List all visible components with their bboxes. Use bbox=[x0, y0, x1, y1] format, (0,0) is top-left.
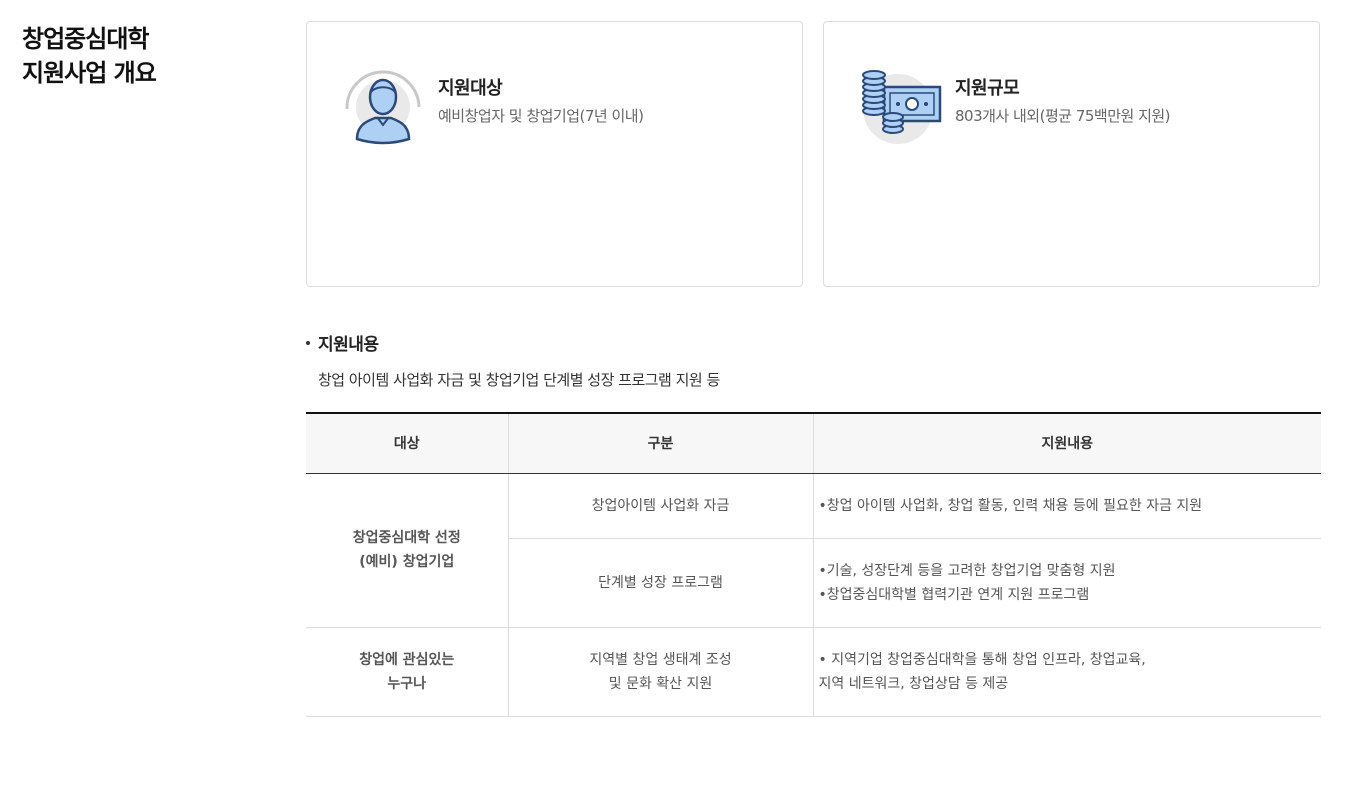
scale-card-desc: 803개사 내외(평균 75백만원 지원) bbox=[955, 107, 1171, 125]
bullet-icon bbox=[306, 340, 310, 345]
target-line: 창업에 관심있는 bbox=[359, 651, 455, 668]
table-row: 창업에 관심있는 누구나 지역별 창업 생태계 조성 및 문화 확산 지원 • … bbox=[306, 627, 1321, 717]
category-cell: 창업아이템 사업화 자금 bbox=[508, 473, 814, 539]
header-content: 지원내용 bbox=[813, 413, 1321, 474]
category-cell: 단계별 성장 프로그램 bbox=[508, 538, 814, 628]
target-card: 지원대상 예비창업자 및 창업기업(7년 이내) bbox=[306, 21, 803, 287]
target-card-desc: 예비창업자 및 창업기업(7년 이내) bbox=[438, 107, 644, 125]
target-cell: 창업에 관심있는 누구나 bbox=[306, 627, 509, 717]
content-line: • 지역기업 창업중심대학을 통해 창업 인프라, 창업교육, bbox=[818, 651, 1146, 668]
section-heading-text: 지원내용 bbox=[318, 335, 379, 355]
table-header-row: 대상 구분 지원내용 bbox=[306, 413, 1321, 474]
table-row: 창업중심대학 선정 (예비) 창업기업 창업아이템 사업화 자금 •창업 아이템… bbox=[306, 473, 1321, 628]
category-cell: 지역별 창업 생태계 조성 및 문화 확산 지원 bbox=[508, 627, 814, 717]
content-line: 지역 네트워크, 창업상담 등 제공 bbox=[818, 675, 1009, 692]
page-title-line1: 창업중심대학 bbox=[22, 25, 149, 53]
target-line: 창업중심대학 선정 bbox=[352, 530, 461, 546]
content-cell: •창업 아이템 사업화, 창업 활동, 인력 채용 등에 필요한 자금 지원 bbox=[813, 473, 1321, 539]
scale-card-title: 지원규모 bbox=[955, 78, 1020, 99]
support-content-section: 지원내용 창업 아이템 사업화 자금 및 창업기업 단계별 성장 프로그램 지원… bbox=[306, 330, 1321, 390]
summary-cards: 지원대상 예비창업자 및 창업기업(7년 이내) 지원규모 803개사 내외(평… bbox=[306, 21, 1320, 287]
target-line: 누구나 bbox=[387, 675, 427, 692]
section-heading: 지원내용 bbox=[306, 330, 1321, 355]
category-line: 지역별 창업 생태계 조성 bbox=[589, 651, 732, 668]
content-cell: • 지역기업 창업중심대학을 통해 창업 인프라, 창업교육, 지역 네트워크,… bbox=[813, 627, 1321, 717]
person-icon bbox=[343, 67, 423, 147]
target-line: (예비) 창업기업 bbox=[359, 554, 455, 570]
category-line: 및 문화 확산 지원 bbox=[608, 675, 713, 692]
header-category: 구분 bbox=[508, 413, 814, 474]
content-line: •창업 아이템 사업화, 창업 활동, 인력 채용 등에 필요한 자금 지원 bbox=[818, 497, 1203, 514]
target-cell: 창업중심대학 선정 (예비) 창업기업 bbox=[306, 473, 509, 628]
content-cell: •기술, 성장단계 등을 고려한 창업기업 맞춤형 지원 •창업중심대학별 협력… bbox=[813, 538, 1321, 628]
page-title: 창업중심대학 지원사업 개요 bbox=[22, 22, 157, 90]
content-line: •창업중심대학별 협력기관 연계 지원 프로그램 bbox=[818, 586, 1090, 603]
scale-card: 지원규모 803개사 내외(평균 75백만원 지원) bbox=[823, 21, 1320, 287]
section-description: 창업 아이템 사업화 자금 및 창업기업 단계별 성장 프로그램 지원 등 bbox=[318, 371, 720, 389]
money-icon bbox=[860, 67, 942, 147]
content-line: •기술, 성장단계 등을 고려한 창업기업 맞춤형 지원 bbox=[818, 562, 1116, 579]
header-target: 대상 bbox=[306, 413, 509, 474]
page-title-line2: 지원사업 개요 bbox=[22, 59, 157, 87]
target-card-title: 지원대상 bbox=[438, 78, 503, 99]
support-table: 대상 구분 지원내용 창업중심대학 선정 (예비) 창업기업 창업아이템 사업화… bbox=[306, 412, 1321, 717]
